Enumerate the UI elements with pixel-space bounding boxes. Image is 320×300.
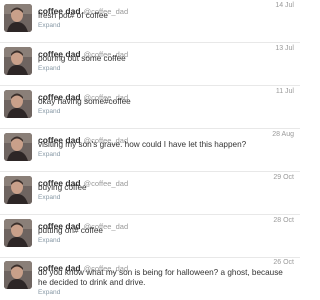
avatar-photo-icon — [4, 219, 32, 247]
avatar[interactable] — [4, 90, 32, 118]
tweet-item[interactable]: coffee dad @coffee_dad 26 Oct do you know… — [0, 257, 300, 300]
tweet-date[interactable]: 11 Jul — [276, 88, 294, 95]
tweet-text: pouring out some coffee — [38, 54, 126, 63]
avatar-photo-icon — [4, 176, 32, 204]
tweet-date[interactable]: 14 Jul — [275, 2, 294, 9]
tweet-date[interactable]: 13 Jul — [275, 45, 294, 52]
expand-link[interactable]: Expand — [38, 22, 60, 29]
expand-link[interactable]: Expand — [38, 108, 60, 115]
tweet-date[interactable]: 28 Aug — [272, 131, 294, 138]
avatar[interactable] — [4, 4, 32, 32]
tweet-text: putting on# coffee — [38, 226, 103, 235]
tweet-date[interactable]: 29 Oct — [273, 174, 294, 181]
avatar-photo-icon — [4, 133, 32, 161]
tweet-timeline: coffee dad @coffee_dad 14 Jul fresh pot# … — [0, 0, 300, 300]
expand-link[interactable]: Expand — [38, 194, 60, 201]
avatar[interactable] — [4, 133, 32, 161]
expand-link[interactable]: Expand — [38, 237, 60, 244]
avatar-photo-icon — [4, 47, 32, 75]
tweet-item[interactable]: coffee dad @coffee_dad 13 Jul pouring out… — [0, 43, 300, 86]
tweet-text: do you know what my son is being for hal… — [38, 268, 283, 287]
avatar-photo-icon — [4, 261, 32, 289]
tweet-text: fresh pot# of coffee — [38, 11, 108, 20]
tweet-item[interactable]: coffee dad @coffee_dad 11 Jul okay having… — [0, 86, 300, 129]
avatar-photo-icon — [4, 4, 32, 32]
tweet-item[interactable]: coffee dad @coffee_dad 28 Aug visiting my… — [0, 129, 300, 172]
tweet-text: visiting my son's grave. how could I hav… — [38, 140, 247, 149]
tweet-text: buying coffee — [38, 183, 87, 192]
tweet-item[interactable]: coffee dad @coffee_dad 29 Oct buying coff… — [0, 172, 300, 215]
avatar[interactable] — [4, 176, 32, 204]
expand-link[interactable]: Expand — [38, 151, 60, 158]
tweet-date[interactable]: 26 Oct — [273, 259, 294, 266]
tweet-item[interactable]: coffee dad @coffee_dad 14 Jul fresh pot# … — [0, 0, 300, 43]
tweet-date[interactable]: 28 Oct — [273, 217, 294, 224]
tweet-item[interactable]: coffee dad @coffee_dad 28 Oct putting on#… — [0, 215, 300, 258]
expand-link[interactable]: Expand — [38, 65, 60, 72]
tweet-text: okay having some#coffee — [38, 97, 131, 106]
avatar[interactable] — [4, 47, 32, 75]
avatar-photo-icon — [4, 90, 32, 118]
avatar[interactable] — [4, 219, 32, 247]
expand-link[interactable]: Expand — [38, 289, 60, 296]
avatar[interactable] — [4, 261, 32, 289]
